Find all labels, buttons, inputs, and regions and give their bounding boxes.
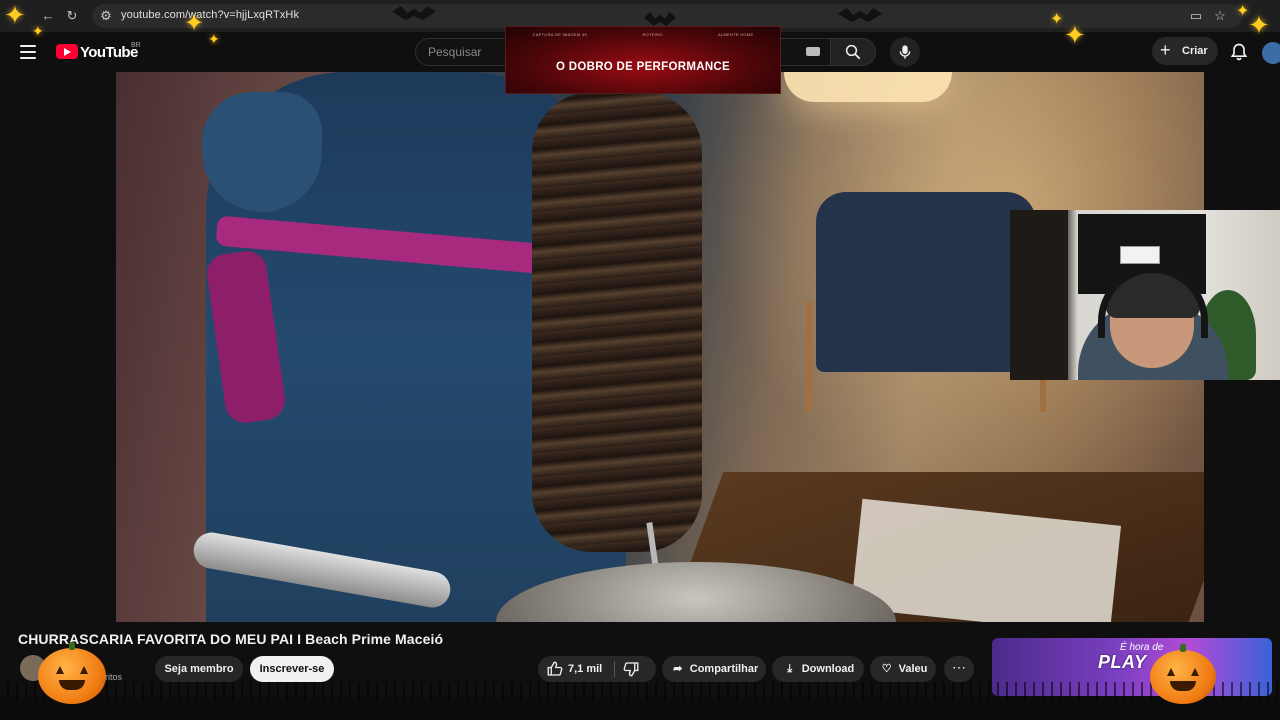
thanks-icon: ♡ (881, 663, 892, 676)
share-icon: ➦ (673, 663, 683, 676)
promo-label-center: ROTEIRO (642, 32, 663, 37)
account-avatar[interactable] (1262, 42, 1280, 64)
pumpkin-eye (1167, 668, 1175, 676)
sparkle-icon: ✦ (184, 10, 205, 37)
sparkle-icon: ✦ (1248, 10, 1270, 40)
download-button[interactable]: ⤓ Download (772, 656, 864, 682)
back-icon[interactable]: ← (40, 8, 56, 24)
plus-icon: + (1160, 40, 1171, 60)
pumpkin-stem (69, 642, 75, 650)
pumpkin-icon (38, 642, 106, 704)
promo-overlay-title: O DOBRO DE PERFORMANCE (556, 61, 730, 73)
bookmark-star-icon[interactable]: ☆ (1212, 8, 1228, 24)
ad-headline: PLAY (1098, 652, 1147, 672)
meat-skewer (532, 92, 702, 552)
download-label: Download (801, 663, 855, 675)
spooky-grass-decoration (0, 682, 1280, 700)
join-member-button[interactable]: Seja membro (155, 656, 243, 682)
search-button[interactable] (830, 38, 876, 66)
pumpkin-mouth (59, 680, 85, 690)
share-label: Compartilhar (689, 663, 759, 675)
thanks-label: Valeu (898, 663, 928, 675)
screen: ← ↻ ⚙ youtube.com/watch?v=hjjLxqRTxHk ▭ … (0, 0, 1280, 720)
dislike-icon[interactable] (622, 660, 640, 678)
pumpkin-eye (56, 666, 64, 674)
like-divider (614, 661, 615, 677)
pumpkin-eye (1191, 668, 1199, 676)
more-icon[interactable]: ⋯ (944, 656, 974, 682)
region-label: BR (131, 42, 141, 49)
pumpkin-eye (80, 666, 88, 674)
promo-label-right: ALMENTE HOME (717, 32, 754, 37)
bell-icon[interactable] (1229, 42, 1249, 62)
pumpkin-stem (1180, 644, 1186, 652)
sparkle-icon: ✦ (1064, 20, 1086, 50)
cast-icon[interactable]: ▭ (1188, 8, 1204, 24)
hamburger-icon[interactable] (20, 45, 36, 59)
webcam-wall-switch (1120, 246, 1160, 264)
download-icon: ⤓ (787, 663, 793, 676)
logo-text[interactable]: YouTube (80, 44, 138, 61)
share-button[interactable]: ➦ Compartilhar (662, 656, 766, 682)
like-count[interactable]: 7,1 mil (568, 663, 602, 675)
pumpkin-icon (1150, 644, 1216, 704)
like-icon[interactable] (546, 660, 564, 678)
mic-icon (899, 45, 911, 59)
ceiling-lamp (784, 72, 952, 102)
thanks-button[interactable]: ♡ Valeu (870, 656, 936, 682)
webcam-shelf (1010, 210, 1068, 380)
video-title: CHURRASCARIA FAVORITA DO MEU PAI I Beach… (18, 631, 444, 647)
voice-search-button[interactable] (890, 37, 920, 67)
sparkle-icon: ✦ (32, 23, 44, 39)
site-settings-icon[interactable]: ⚙ (98, 8, 114, 24)
sparkle-icon: ✦ (208, 31, 220, 47)
sparkle-icon: ✦ (4, 0, 26, 30)
promo-overlay-header: CAPTURA DE IMAGEM 4K ROTEIRO ALMENTE HOM… (505, 32, 781, 37)
subscribe-button[interactable]: Inscrever-se (250, 656, 334, 682)
sparkle-icon: ✦ (1050, 11, 1064, 28)
waiter-sleeve (202, 92, 322, 212)
url-text: youtube.com/watch?v=hjjLxqRTxHk (121, 9, 300, 21)
reload-icon[interactable]: ↻ (64, 8, 80, 24)
keyboard-icon[interactable] (806, 47, 820, 56)
create-label: Criar (1182, 45, 1208, 57)
search-placeholder: Pesquisar (428, 45, 482, 59)
promo-label-left: CAPTURA DE IMAGEM 4K (532, 32, 588, 37)
search-icon (845, 44, 861, 60)
webcam-overlay (1010, 210, 1280, 380)
pumpkin-mouth (1170, 681, 1196, 691)
play-icon (64, 48, 71, 56)
